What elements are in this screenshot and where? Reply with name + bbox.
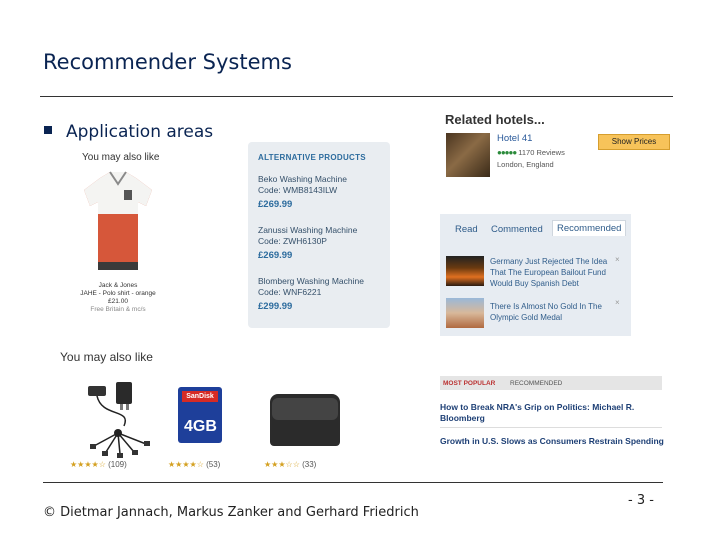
sd-card-brand: SanDisk <box>182 391 218 402</box>
alt-product-code: Code: WMB8143ILW <box>258 185 338 195</box>
product-rating: ★★★☆☆ (33) <box>264 460 316 469</box>
tab-recommended[interactable]: Recommended <box>552 220 627 236</box>
star-rating-icon: ★★★★☆ <box>70 460 106 469</box>
popular-article-link[interactable]: Growth in U.S. Slows as Consumers Restra… <box>440 436 664 447</box>
news-thumbnail[interactable] <box>446 298 484 328</box>
shirt-details[interactable]: Jack & Jones JAHE - Polo shirt - orange … <box>68 282 168 314</box>
tab-commented[interactable]: Commented <box>491 224 543 235</box>
shop2-heading: You may also like <box>60 350 153 364</box>
star-rating-icon: ★★★★☆ <box>168 460 204 469</box>
alt-product-item[interactable]: Blomberg Washing Machine Code: WNF6221 £… <box>258 276 364 312</box>
shop1-heading: You may also like <box>82 152 160 163</box>
popular-article-link[interactable]: How to Break NRA's Grip on Politics: Mic… <box>440 402 664 424</box>
tab-read[interactable]: Read <box>455 224 478 235</box>
footer-credits: © Dietmar Jannach, Markus Zanker and Ger… <box>43 505 419 520</box>
shipping-note: Free Britain & mc/s <box>90 306 146 313</box>
product-brand: Jack & Jones <box>98 282 138 289</box>
alt-product-price: £269.99 <box>258 199 293 210</box>
tab-most-popular[interactable]: MOST POPULAR <box>443 380 495 387</box>
alt-product-name: Zanussi Washing Machine <box>258 225 358 235</box>
bag-flap <box>272 398 338 420</box>
alt-product-code: Code: ZWH6130P <box>258 236 327 246</box>
rating-count: (109) <box>108 460 127 469</box>
rating-dots-icon: ●●●●● <box>497 148 517 157</box>
hotel-rating: ●●●●● 1170 Reviews <box>497 148 565 157</box>
hotel-location: London, England <box>497 160 554 169</box>
tab-recommended[interactable]: RECOMMENDED <box>510 380 562 387</box>
bullet-text: Application areas <box>66 122 214 142</box>
alt-product-item[interactable]: Zanussi Washing Machine Code: ZWH6130P £… <box>258 225 357 261</box>
review-count[interactable]: 1170 Reviews <box>518 148 565 157</box>
alt-product-name: Blomberg Washing Machine <box>258 276 364 286</box>
close-icon[interactable]: × <box>615 255 620 264</box>
news-item[interactable]: There Is Almost No Gold In The Olympic G… <box>490 301 614 323</box>
polo-shirt-image[interactable] <box>78 170 158 275</box>
close-icon[interactable]: × <box>615 298 620 307</box>
sd-card-capacity: 4GB <box>184 418 217 435</box>
news-thumbnail[interactable] <box>446 256 484 286</box>
hotel-name-link[interactable]: Hotel 41 <box>497 133 532 144</box>
product-description: JAHE - Polo shirt - orange <box>80 290 156 297</box>
rating-count: (53) <box>206 460 221 469</box>
alternative-products-heading: ALTERNATIVE PRODUCTS <box>258 153 366 162</box>
show-prices-button[interactable]: Show Prices <box>598 134 670 150</box>
alt-product-name: Beko Washing Machine <box>258 174 347 184</box>
bullet-point: Application areas <box>44 122 213 142</box>
related-hotels-heading: Related hotels... <box>445 112 545 127</box>
page-number: - 3 - <box>628 493 654 508</box>
product-rating: ★★★★☆ (53) <box>168 460 220 469</box>
news-item[interactable]: Germany Just Rejected The Idea That The … <box>490 256 614 289</box>
star-rating-icon: ★★★☆☆ <box>264 460 300 469</box>
alt-product-price: £269.99 <box>258 250 293 261</box>
rating-count: (33) <box>302 460 317 469</box>
alt-product-item[interactable]: Beko Washing Machine Code: WMB8143ILW £2… <box>258 174 347 210</box>
alt-product-code: Code: WNF6221 <box>258 287 322 297</box>
footer-divider <box>43 482 663 483</box>
product-rating: ★★★★☆ (109) <box>70 460 127 469</box>
slide-title: Recommender Systems <box>43 50 292 74</box>
bullet-square-icon <box>44 126 52 134</box>
alt-product-price: £299.99 <box>258 301 293 312</box>
charger-product-image[interactable] <box>82 378 154 458</box>
product-price: £21.00 <box>108 298 128 305</box>
title-divider <box>40 96 673 97</box>
divider <box>440 427 662 428</box>
hotel-image[interactable] <box>446 133 490 177</box>
